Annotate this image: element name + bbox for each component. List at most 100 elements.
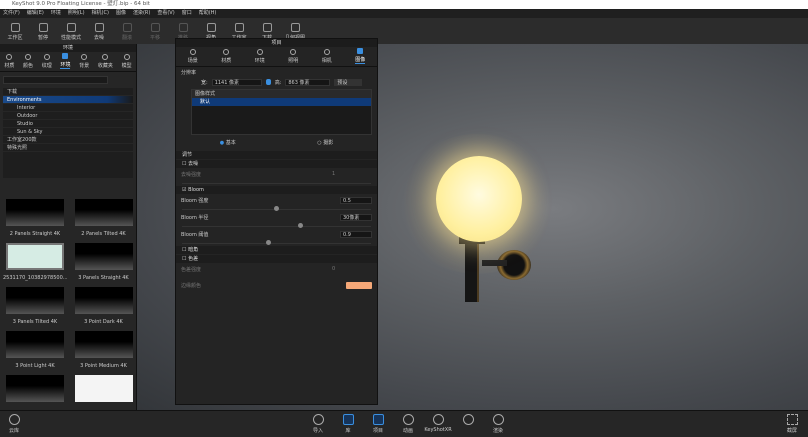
library-thumbnail[interactable]: 3 Point Dark 4K (73, 287, 134, 331)
mode-basic-radio[interactable]: ● 基本 (220, 139, 236, 146)
height-input[interactable]: 863 像素 (285, 78, 331, 86)
resolution-label: 分辨率 (181, 69, 197, 76)
bottom-button[interactable]: 动画 (396, 414, 420, 434)
width-input[interactable]: 1141 像素 (211, 78, 262, 86)
image-style-header: 图像样式 (192, 90, 371, 98)
bottom-button[interactable]: 导入 (306, 414, 330, 434)
tree-item[interactable]: 下载 (3, 88, 133, 96)
toolbar-button[interactable]: 工作区 (4, 23, 26, 41)
thumbnail-image (74, 243, 133, 270)
toolbar-button[interactable]: 性能模式 (60, 23, 82, 41)
toolbar-label: 工作区 (7, 35, 23, 41)
toolbar-button[interactable]: 暂停 (32, 23, 54, 41)
tab-library[interactable]: 环境 (60, 53, 71, 69)
bottom-button[interactable]: 项目 (366, 414, 390, 434)
thumbnail-image (6, 243, 64, 270)
denoise-strength-value[interactable]: 1 (332, 171, 372, 177)
tree-item[interactable]: 特殊光照 (3, 144, 133, 152)
library-tree: 下载 Environments Interior Outdoor Studio Sun &… (3, 88, 133, 178)
tree-item[interactable]: 工作室200款 (3, 136, 133, 144)
tab-project[interactable]: 图像 (355, 48, 366, 64)
tab-label: 环境 (60, 62, 71, 68)
menu-item[interactable]: 相机(C) (92, 9, 109, 18)
bloom-intensity-slider[interactable] (182, 205, 371, 211)
bottom-button[interactable]: 渲染 (486, 414, 510, 434)
thumbnail-image (74, 287, 133, 314)
toolbar-button[interactable]: 翻滚 (116, 23, 138, 41)
tab-library[interactable]: 纹理 (42, 54, 52, 69)
tab-project[interactable]: 场景 (188, 49, 198, 64)
library-thumbnail[interactable]: 2531170_10382978500... (3, 243, 67, 287)
menu-item[interactable]: 窗口 (182, 9, 192, 18)
library-thumbnail[interactable]: 3 Point Medium 4K (73, 331, 134, 375)
tab-project[interactable]: 材质 (221, 49, 231, 64)
tree-item[interactable]: Sun & Sky (3, 128, 133, 136)
cloud-library-button[interactable]: 云库 (2, 414, 26, 434)
bloom-threshold-input[interactable]: 0.9 (340, 230, 372, 238)
bloom-section[interactable]: ☑ Bloom (176, 186, 377, 194)
tree-item[interactable]: Outdoor (3, 112, 133, 120)
denoise-section[interactable]: ☐ 去噪 (176, 160, 377, 168)
bloom-radius-input[interactable]: 30像素 (340, 213, 372, 221)
toolbar-button[interactable]: 平移 (144, 23, 166, 41)
chromatic-strength-value[interactable]: 0 (332, 266, 372, 272)
bottom-button[interactable]: KeyShotXR (424, 414, 452, 433)
screenshot-button[interactable]: 截屏 (780, 414, 804, 434)
tree-item[interactable]: Studio (3, 120, 133, 128)
tab-library[interactable]: 背景 (79, 54, 89, 69)
tab-label: 相机 (321, 58, 332, 64)
tree-item[interactable]: Interior (3, 104, 133, 112)
bottom-button[interactable] (456, 414, 480, 427)
vignette-section[interactable]: ☐ 暗角 (176, 246, 377, 254)
tab-label: 图像 (355, 57, 366, 63)
project-tabs: 场景 材质 环境 照明 相机 图像 (176, 47, 377, 67)
tab-library[interactable]: 颜色 (23, 54, 33, 69)
bottom-label: 动画 (402, 428, 413, 434)
tab-icon (62, 53, 69, 59)
toolbar-icon (290, 23, 300, 32)
bloom-intensity-input[interactable]: 0.5 (340, 196, 372, 204)
tab-library[interactable]: 模型 (122, 54, 132, 69)
tab-project[interactable]: 环境 (255, 49, 265, 64)
bottom-icon (462, 414, 474, 425)
menu-item[interactable]: 查看(V) (157, 9, 174, 18)
library-thumbnail[interactable]: 2 Panels Tilted 4K (73, 199, 134, 243)
menu-item[interactable]: 环境 (51, 9, 61, 18)
menu-item[interactable]: 照明(L) (68, 9, 85, 18)
title-bar: KeyShot 9.0 Pro Floating License - 壁灯.bi… (0, 0, 808, 9)
preset-dropdown[interactable]: 预设 (334, 78, 363, 86)
adjust-section[interactable]: 调节 (176, 151, 377, 159)
bloom-threshold-slider[interactable] (182, 239, 371, 245)
tab-library[interactable]: 收藏夹 (98, 54, 113, 69)
menu-item[interactable]: 编辑(E) (27, 9, 44, 18)
tab-project[interactable]: 相机 (322, 49, 332, 64)
thumbnail-image (6, 199, 64, 226)
denoise-slider[interactable] (182, 179, 371, 184)
tree-item[interactable]: Environments (3, 96, 133, 104)
chromatic-section[interactable]: ☐ 色差 (176, 255, 377, 263)
library-thumbnail[interactable]: 3 Panels Straight 4K (73, 243, 134, 287)
image-style-default[interactable]: 默认 (192, 98, 371, 106)
menu-item[interactable]: 图像 (116, 9, 126, 18)
mode-photo-radio[interactable]: ○ 摄影 (317, 139, 333, 146)
library-search-input[interactable] (3, 76, 108, 84)
tab-project[interactable]: 照明 (288, 49, 298, 64)
thumbnail-image (74, 331, 133, 358)
library-thumbnail[interactable]: 3 Panels Tilted 4K (3, 287, 67, 331)
library-thumbnail[interactable]: 3 Point Light 4K (3, 331, 67, 375)
library-thumbnail[interactable]: 2 Panels Straight 4K (3, 199, 67, 243)
toolbar-button[interactable]: 去噪 (88, 23, 110, 41)
menu-item[interactable]: 帮助(H) (199, 9, 217, 18)
menu-item[interactable]: 渲染(R) (133, 9, 150, 18)
toolbar-icon (178, 23, 188, 32)
edge-color-swatch[interactable] (346, 281, 372, 289)
thumbnail-label: 2 Panels Tilted 4K (81, 231, 126, 237)
menu-item[interactable]: 文件(F) (3, 9, 20, 18)
toolbar-icon (122, 23, 132, 32)
tab-label: 材质 (221, 58, 232, 64)
tab-library[interactable]: 材质 (4, 54, 14, 69)
bottom-button[interactable]: 库 (336, 414, 360, 434)
bloom-radius-slider[interactable] (182, 222, 371, 228)
chromatic-strength-label: 色差强度 (181, 266, 202, 273)
lock-icon[interactable] (265, 79, 271, 85)
